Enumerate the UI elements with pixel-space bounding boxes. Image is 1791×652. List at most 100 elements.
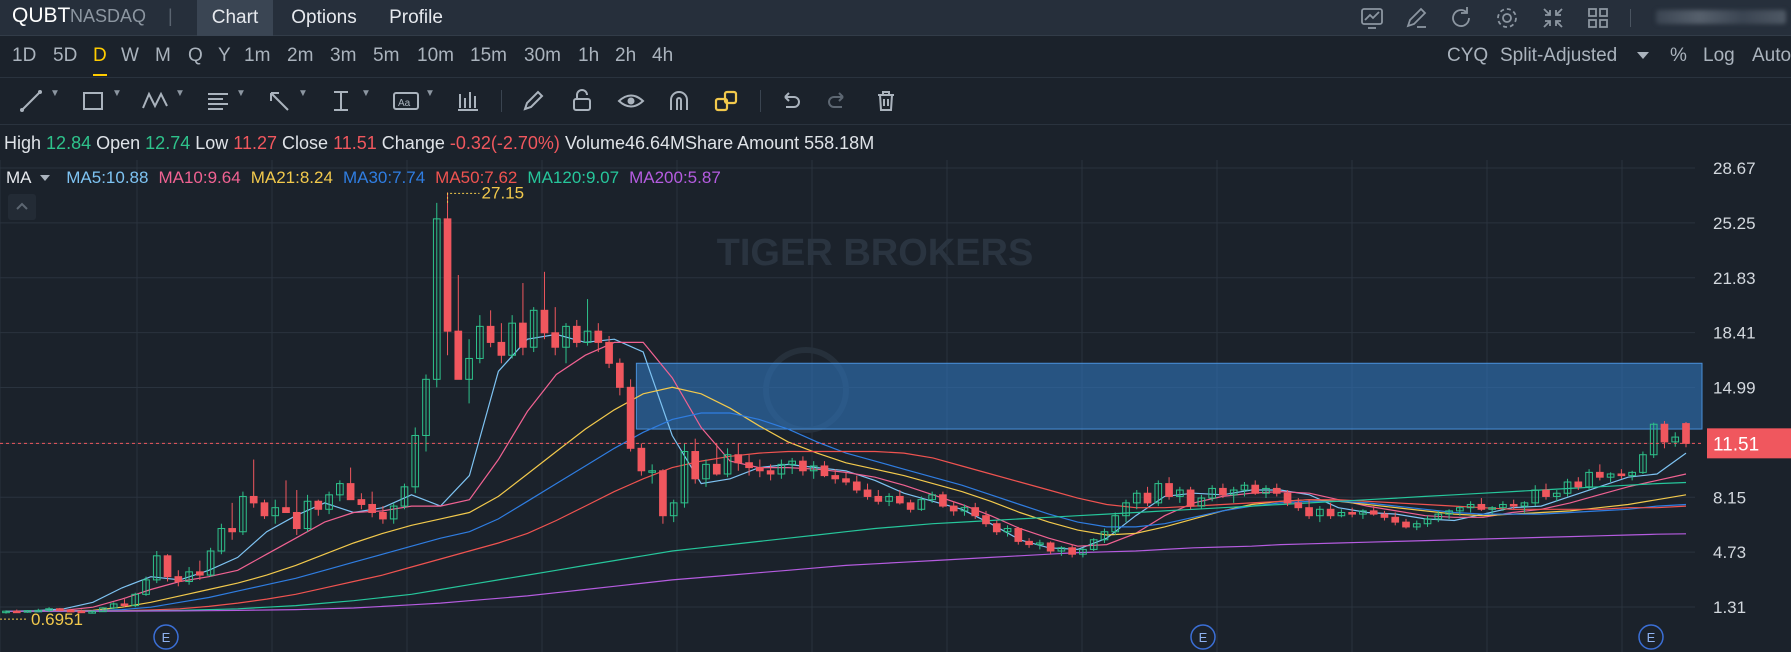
candle[interactable] bbox=[1574, 481, 1583, 488]
refresh-icon[interactable] bbox=[1448, 5, 1474, 31]
candle[interactable] bbox=[1348, 511, 1356, 515]
lock-icon[interactable] bbox=[569, 88, 595, 114]
tf-2m[interactable]: 2m bbox=[287, 45, 313, 67]
ma-item[interactable]: MA30:7.74 bbox=[343, 168, 425, 187]
chevron-down-icon[interactable]: ▼ bbox=[425, 88, 435, 99]
fibonacci-icon[interactable] bbox=[205, 88, 231, 114]
symbol[interactable]: QUBT bbox=[12, 4, 70, 28]
candle[interactable] bbox=[1046, 542, 1055, 552]
candle[interactable] bbox=[939, 494, 947, 507]
candle[interactable] bbox=[712, 463, 721, 475]
ma-item[interactable]: MA5:10.88 bbox=[66, 168, 148, 187]
candle[interactable] bbox=[896, 495, 904, 504]
undo-icon[interactable] bbox=[777, 88, 803, 114]
candle[interactable] bbox=[1391, 516, 1400, 523]
candle[interactable] bbox=[734, 454, 743, 464]
tab-profile[interactable]: Profile bbox=[380, 0, 452, 36]
magnet-icon[interactable] bbox=[666, 88, 692, 114]
candle[interactable] bbox=[691, 451, 700, 480]
candle[interactable] bbox=[1143, 492, 1152, 504]
chart-layout-icon[interactable] bbox=[1359, 5, 1385, 31]
tf-1m[interactable]: 1m bbox=[244, 45, 270, 67]
chevron-down-icon[interactable]: ▼ bbox=[236, 88, 246, 99]
grid-layout-icon[interactable] bbox=[1585, 5, 1611, 31]
candle[interactable] bbox=[1283, 492, 1292, 504]
candle[interactable] bbox=[971, 507, 980, 517]
tf-5d[interactable]: 5D bbox=[53, 45, 77, 67]
edit-icon[interactable] bbox=[1403, 5, 1429, 31]
tf-1h[interactable]: 1h bbox=[578, 45, 599, 67]
tf-5m[interactable]: 5m bbox=[373, 45, 399, 67]
candle[interactable] bbox=[540, 309, 549, 334]
candle[interactable] bbox=[982, 515, 990, 525]
candle[interactable] bbox=[12, 610, 21, 614]
candle[interactable] bbox=[659, 470, 667, 517]
resistance-zone[interactable] bbox=[635, 362, 1703, 430]
indicator-icon[interactable] bbox=[455, 88, 481, 114]
candle[interactable] bbox=[992, 523, 1001, 533]
candle[interactable] bbox=[616, 362, 624, 388]
auto-toggle[interactable]: Auto bbox=[1752, 45, 1791, 67]
tf-2h[interactable]: 2h bbox=[615, 45, 636, 67]
ma-item[interactable]: MA50:7.62 bbox=[435, 168, 517, 187]
candle[interactable] bbox=[1186, 489, 1195, 507]
collapse-icon[interactable] bbox=[1540, 5, 1566, 31]
candle[interactable] bbox=[605, 341, 613, 364]
candle[interactable] bbox=[454, 330, 463, 380]
candle[interactable] bbox=[368, 503, 376, 513]
trendline-icon[interactable] bbox=[18, 88, 44, 114]
candle[interactable] bbox=[626, 386, 635, 449]
candle[interactable] bbox=[1294, 502, 1303, 509]
tf-quarterly[interactable]: Q bbox=[188, 45, 203, 67]
chevron-down-icon[interactable]: ▼ bbox=[112, 88, 122, 99]
arrow-icon[interactable] bbox=[266, 88, 292, 114]
chevron-down-icon[interactable]: ▼ bbox=[50, 88, 60, 99]
candle[interactable] bbox=[1219, 487, 1227, 496]
candle[interactable] bbox=[260, 502, 269, 517]
candle[interactable] bbox=[346, 483, 355, 501]
ma-item[interactable]: MA200:5.87 bbox=[629, 168, 721, 187]
tab-options[interactable]: Options bbox=[283, 0, 365, 36]
chevron-down-icon[interactable]: ▼ bbox=[298, 88, 308, 99]
chevron-down-icon[interactable]: ▼ bbox=[175, 88, 185, 99]
tf-daily[interactable]: D bbox=[93, 45, 107, 76]
candle[interactable] bbox=[1477, 503, 1486, 510]
candle[interactable] bbox=[1305, 507, 1313, 517]
candle[interactable] bbox=[1272, 487, 1281, 494]
candle[interactable] bbox=[1369, 510, 1378, 515]
settings-icon[interactable] bbox=[1494, 5, 1520, 31]
candle[interactable] bbox=[497, 341, 506, 356]
ma-item[interactable]: MA10:9.64 bbox=[158, 168, 240, 187]
pencil-icon[interactable] bbox=[520, 88, 546, 114]
cyq-button[interactable]: CYQ bbox=[1447, 45, 1488, 67]
candle[interactable] bbox=[551, 332, 560, 348]
candle[interactable] bbox=[443, 218, 452, 332]
candle[interactable] bbox=[1025, 540, 1033, 546]
chevron-down-icon[interactable] bbox=[39, 174, 50, 181]
candle[interactable] bbox=[949, 505, 958, 512]
candle[interactable] bbox=[196, 571, 204, 576]
link-icon[interactable] bbox=[713, 88, 739, 114]
ma-label[interactable]: MA bbox=[6, 168, 32, 187]
chevron-down-icon[interactable] bbox=[1637, 52, 1649, 59]
tf-yearly[interactable]: Y bbox=[218, 45, 231, 67]
trash-icon[interactable] bbox=[873, 88, 899, 114]
tab-chart[interactable]: Chart bbox=[197, 0, 273, 36]
tf-monthly[interactable]: M bbox=[155, 45, 171, 67]
candle[interactable] bbox=[1402, 521, 1410, 528]
candle[interactable] bbox=[519, 322, 527, 348]
candle[interactable] bbox=[1596, 471, 1604, 478]
candle[interactable] bbox=[1068, 547, 1076, 555]
candle[interactable] bbox=[1682, 423, 1690, 444]
tf-1d[interactable]: 1D bbox=[12, 45, 36, 67]
candle[interactable] bbox=[1660, 423, 1669, 443]
candle[interactable] bbox=[594, 330, 603, 343]
split-adjusted-select[interactable]: Split-Adjusted bbox=[1500, 45, 1617, 67]
candle[interactable] bbox=[1617, 473, 1626, 477]
candle[interactable] bbox=[852, 481, 861, 491]
candle[interactable] bbox=[1251, 484, 1260, 494]
candle[interactable] bbox=[766, 470, 775, 475]
candle[interactable] bbox=[874, 495, 883, 502]
collapse-legend-button[interactable] bbox=[8, 194, 36, 220]
price-chart[interactable]: TIGER BROKERS 28.67 25.25 21.83 18.41 14.99 11… bbox=[0, 160, 1791, 652]
